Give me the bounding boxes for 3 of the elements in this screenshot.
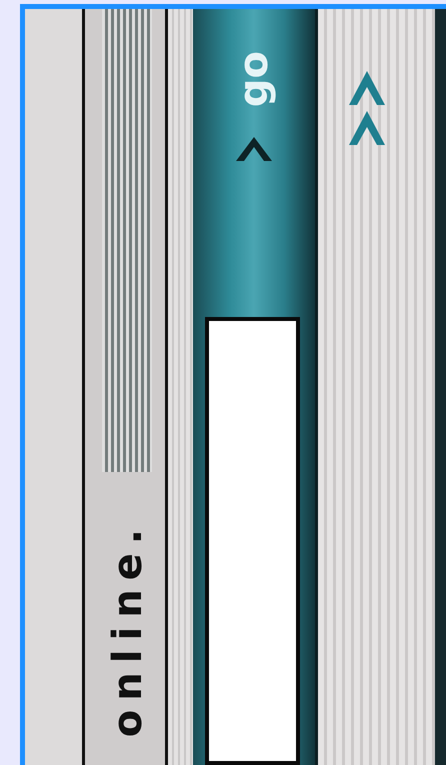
go-button[interactable]: go (234, 51, 274, 108)
status-text: online. (108, 520, 148, 738)
search-field[interactable] (204, 317, 300, 765)
